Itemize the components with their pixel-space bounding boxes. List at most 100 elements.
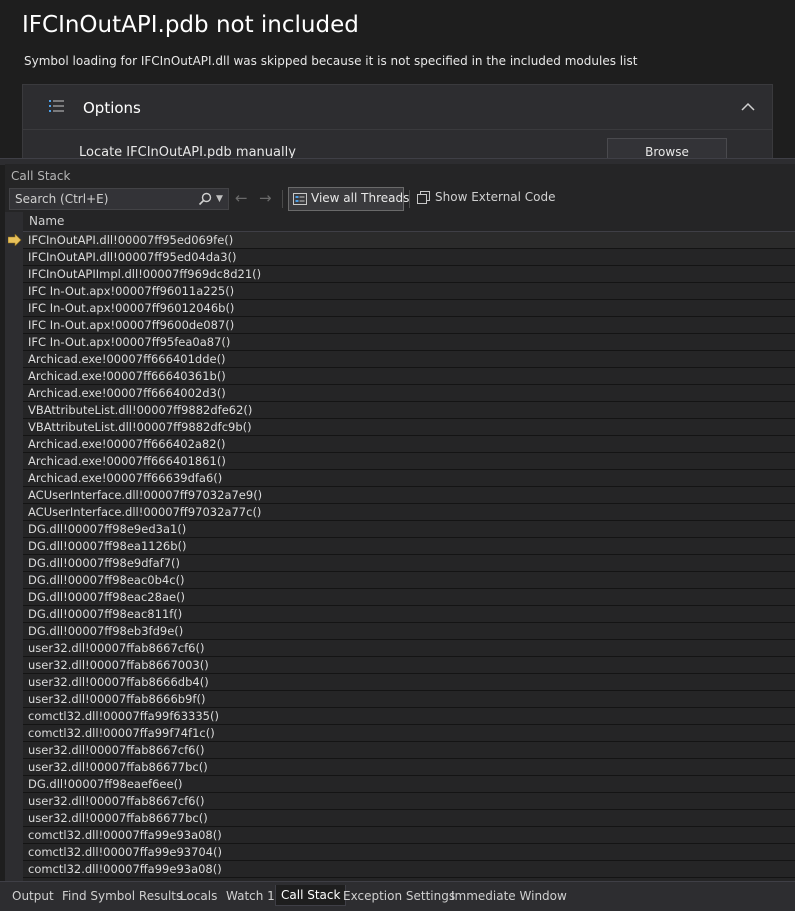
table-row[interactable]: IFCInOutAPI.dll!00007ff95ed04da3() — [23, 249, 795, 266]
table-row[interactable]: comctl32.dll!00007ffa99e93704() — [23, 844, 795, 861]
options-list-icon — [49, 100, 64, 112]
tab-locals[interactable]: Locals — [175, 886, 222, 906]
view-all-threads-button[interactable]: View all Threads — [288, 187, 409, 211]
table-row[interactable]: comctl32.dll!00007ffa99f74f1c() — [23, 725, 795, 742]
table-row[interactable]: IFC In-Out.apx!00007ff95fea0a87() — [23, 334, 795, 351]
bottom-tab-strip: Output Find Symbol Results Locals Watch 1 Ca… — [0, 881, 795, 911]
page-title: IFCInOutAPI.pdb not included — [22, 12, 359, 38]
frame-name: IFC In-Out.apx!00007ff9600de087() — [28, 318, 235, 332]
back-arrow-icon[interactable]: ← — [235, 190, 253, 206]
tab-call-stack[interactable]: Call Stack — [275, 885, 347, 906]
table-row[interactable]: user32.dll!00007ffab8667003() — [23, 657, 795, 674]
table-row[interactable]: comctl32.dll!00007ffa99e93a08() — [23, 827, 795, 844]
call-stack-grid: Name IFCInOutAPI.dll!00007ff95ed069fe() I… — [5, 212, 795, 881]
table-row[interactable]: IFC In-Out.apx!00007ff96011a225() — [23, 283, 795, 300]
table-row[interactable]: user32.dll!00007ffab8667cf6() — [23, 742, 795, 759]
table-row[interactable]: user32.dll!00007ffab8667cf6() — [23, 793, 795, 810]
frame-name: ACUserInterface.dll!00007ff97032a77c() — [28, 505, 262, 519]
toolbar-separator — [282, 190, 283, 208]
frame-name: DG.dll!00007ff98eb3fd9e() — [28, 624, 184, 638]
locate-pdb-label: Locate IFCInOutAPI.pdb manually — [79, 145, 296, 158]
frame-name: DG.dll!00007ff98eac811f() — [28, 607, 183, 621]
table-row[interactable]: comctl32.dll!00007ffa99f63335() — [23, 708, 795, 725]
frame-name: Archicad.exe!00007ff666401861() — [28, 454, 226, 468]
frame-name: user32.dll!00007ffab86677bc() — [28, 760, 208, 774]
forward-arrow-icon[interactable]: → — [259, 190, 277, 206]
search-input[interactable]: Search (Ctrl+E) ▼ — [9, 188, 229, 210]
frame-name: DG.dll!00007ff98eac28ae() — [28, 590, 186, 604]
tab-immediate-window[interactable]: Immediate Window — [446, 886, 572, 906]
column-header-label: Name — [29, 214, 65, 228]
table-row[interactable]: DG.dll!00007ff98e9dfaf7() — [23, 555, 795, 572]
frame-name: IFC In-Out.apx!00007ff96012046b() — [28, 301, 235, 315]
table-row[interactable]: ACUserInterface.dll!00007ff97032a77c() — [23, 504, 795, 521]
options-label: Options — [83, 99, 141, 117]
options-header[interactable]: Options — [23, 85, 772, 130]
frame-name: user32.dll!00007ffab8667003() — [28, 658, 209, 672]
frame-name: Archicad.exe!00007ff6664002d3() — [28, 386, 226, 400]
frame-name: user32.dll!00007ffab8667cf6() — [28, 743, 205, 757]
table-row[interactable]: Archicad.exe!00007ff666401dde() — [23, 351, 795, 368]
frame-name: user32.dll!00007ffab8667cf6() — [28, 641, 205, 655]
table-row[interactable]: Archicad.exe!00007ff66639dfa6() — [23, 470, 795, 487]
table-row[interactable]: user32.dll!00007ffab86677bc() — [23, 810, 795, 827]
page-subtitle: Symbol loading for IFCInOutAPI.dll was s… — [24, 54, 638, 68]
tab-find-symbol-results[interactable]: Find Symbol Results — [57, 886, 187, 906]
table-row[interactable]: DG.dll!00007ff98eac811f() — [23, 606, 795, 623]
call-stack-window: Call Stack Search (Ctrl+E) ▼ ← → View al… — [5, 164, 795, 881]
table-row[interactable]: DG.dll!00007ff98eac0b4c() — [23, 572, 795, 589]
show-external-code-label: Show External Code — [435, 190, 556, 204]
table-row[interactable]: DG.dll!00007ff98ea1126b() — [23, 538, 795, 555]
threads-icon — [293, 193, 307, 205]
tab-exception-settings[interactable]: Exception Settings — [338, 886, 460, 906]
frame-name: IFC In-Out.apx!00007ff96011a225() — [28, 284, 235, 298]
table-row[interactable]: user32.dll!00007ffab8666b9f() — [23, 691, 795, 708]
table-row[interactable]: IFCInOutAPI.dll!00007ff95ed069fe() — [23, 232, 795, 249]
frame-name: IFCInOutAPI.dll!00007ff95ed04da3() — [28, 250, 237, 264]
tab-output[interactable]: Output — [7, 886, 59, 906]
search-placeholder: Search (Ctrl+E) — [15, 192, 109, 206]
frame-name: Archicad.exe!00007ff666402a82() — [28, 437, 226, 451]
table-row[interactable]: user32.dll!00007ffab8666db4() — [23, 674, 795, 691]
table-row[interactable]: user32.dll!00007ffab8667cf6() — [23, 640, 795, 657]
table-row[interactable]: VBAttributeList.dll!00007ff9882dfc9b() — [23, 419, 795, 436]
table-row[interactable]: comctl32.dll!00007ffa99e93a08() — [23, 861, 795, 878]
call-stack-title: Call Stack — [11, 169, 71, 183]
table-row[interactable]: Archicad.exe!00007ff66640361b() — [23, 368, 795, 385]
table-row[interactable]: user32.dll!00007ffab86677bc() — [23, 759, 795, 776]
browse-button[interactable]: Browse — [607, 138, 727, 158]
tab-watch-1[interactable]: Watch 1 — [221, 886, 280, 906]
frame-name: user32.dll!00007ffab8666b9f() — [28, 692, 206, 706]
table-row[interactable]: DG.dll!00007ff98eac28ae() — [23, 589, 795, 606]
symbol-info-pane: IFCInOutAPI.pdb not included Symbol load… — [0, 0, 795, 158]
table-row[interactable]: DG.dll!00007ff98e9ed3a1() — [23, 521, 795, 538]
column-header-name[interactable]: Name — [23, 212, 795, 232]
table-row[interactable]: DG.dll!00007ff98eaef6ee() — [23, 776, 795, 793]
table-row[interactable]: DG.dll!00007ff98eb3fd9e() — [23, 623, 795, 640]
table-row[interactable]: Archicad.exe!00007ff666402a82() — [23, 436, 795, 453]
frame-name: user32.dll!00007ffab86677bc() — [28, 811, 208, 825]
frame-gutter — [5, 212, 23, 881]
frame-name: DG.dll!00007ff98ea1126b() — [28, 539, 187, 553]
table-row[interactable]: VBAttributeList.dll!00007ff9882dfe62() — [23, 402, 795, 419]
search-icon[interactable] — [198, 192, 212, 206]
call-stack-toolbar: Search (Ctrl+E) ▼ ← → View all Threads S… — [5, 186, 795, 212]
chevron-up-icon[interactable] — [740, 99, 756, 115]
table-row[interactable]: IFCInOutAPIImpl.dll!00007ff969dc8d21() — [23, 266, 795, 283]
table-row[interactable]: IFC In-Out.apx!00007ff9600de087() — [23, 317, 795, 334]
view-all-threads-label: View all Threads — [311, 191, 410, 205]
frame-name: comctl32.dll!00007ffa99f74f1c() — [28, 726, 215, 740]
frame-name: ACUserInterface.dll!00007ff97032a7e9() — [28, 488, 263, 502]
table-row[interactable]: IFC In-Out.apx!00007ff96012046b() — [23, 300, 795, 317]
frame-name: VBAttributeList.dll!00007ff9882dfc9b() — [28, 420, 252, 434]
table-row[interactable]: ACUserInterface.dll!00007ff97032a7e9() — [23, 487, 795, 504]
frame-name: IFCInOutAPIImpl.dll!00007ff969dc8d21() — [28, 267, 262, 281]
table-row[interactable]: Archicad.exe!00007ff6664002d3() — [23, 385, 795, 402]
table-row[interactable]: Archicad.exe!00007ff666401861() — [23, 453, 795, 470]
show-external-code-button[interactable]: Show External Code — [415, 187, 556, 209]
frame-name: DG.dll!00007ff98e9dfaf7() — [28, 556, 180, 570]
frame-name: Archicad.exe!00007ff66640361b() — [28, 369, 226, 383]
frame-name: comctl32.dll!00007ffa99e93704() — [28, 845, 222, 859]
frame-name: comctl32.dll!00007ffa99e93a08() — [28, 862, 222, 876]
search-options-dropdown-icon[interactable]: ▼ — [216, 192, 226, 206]
